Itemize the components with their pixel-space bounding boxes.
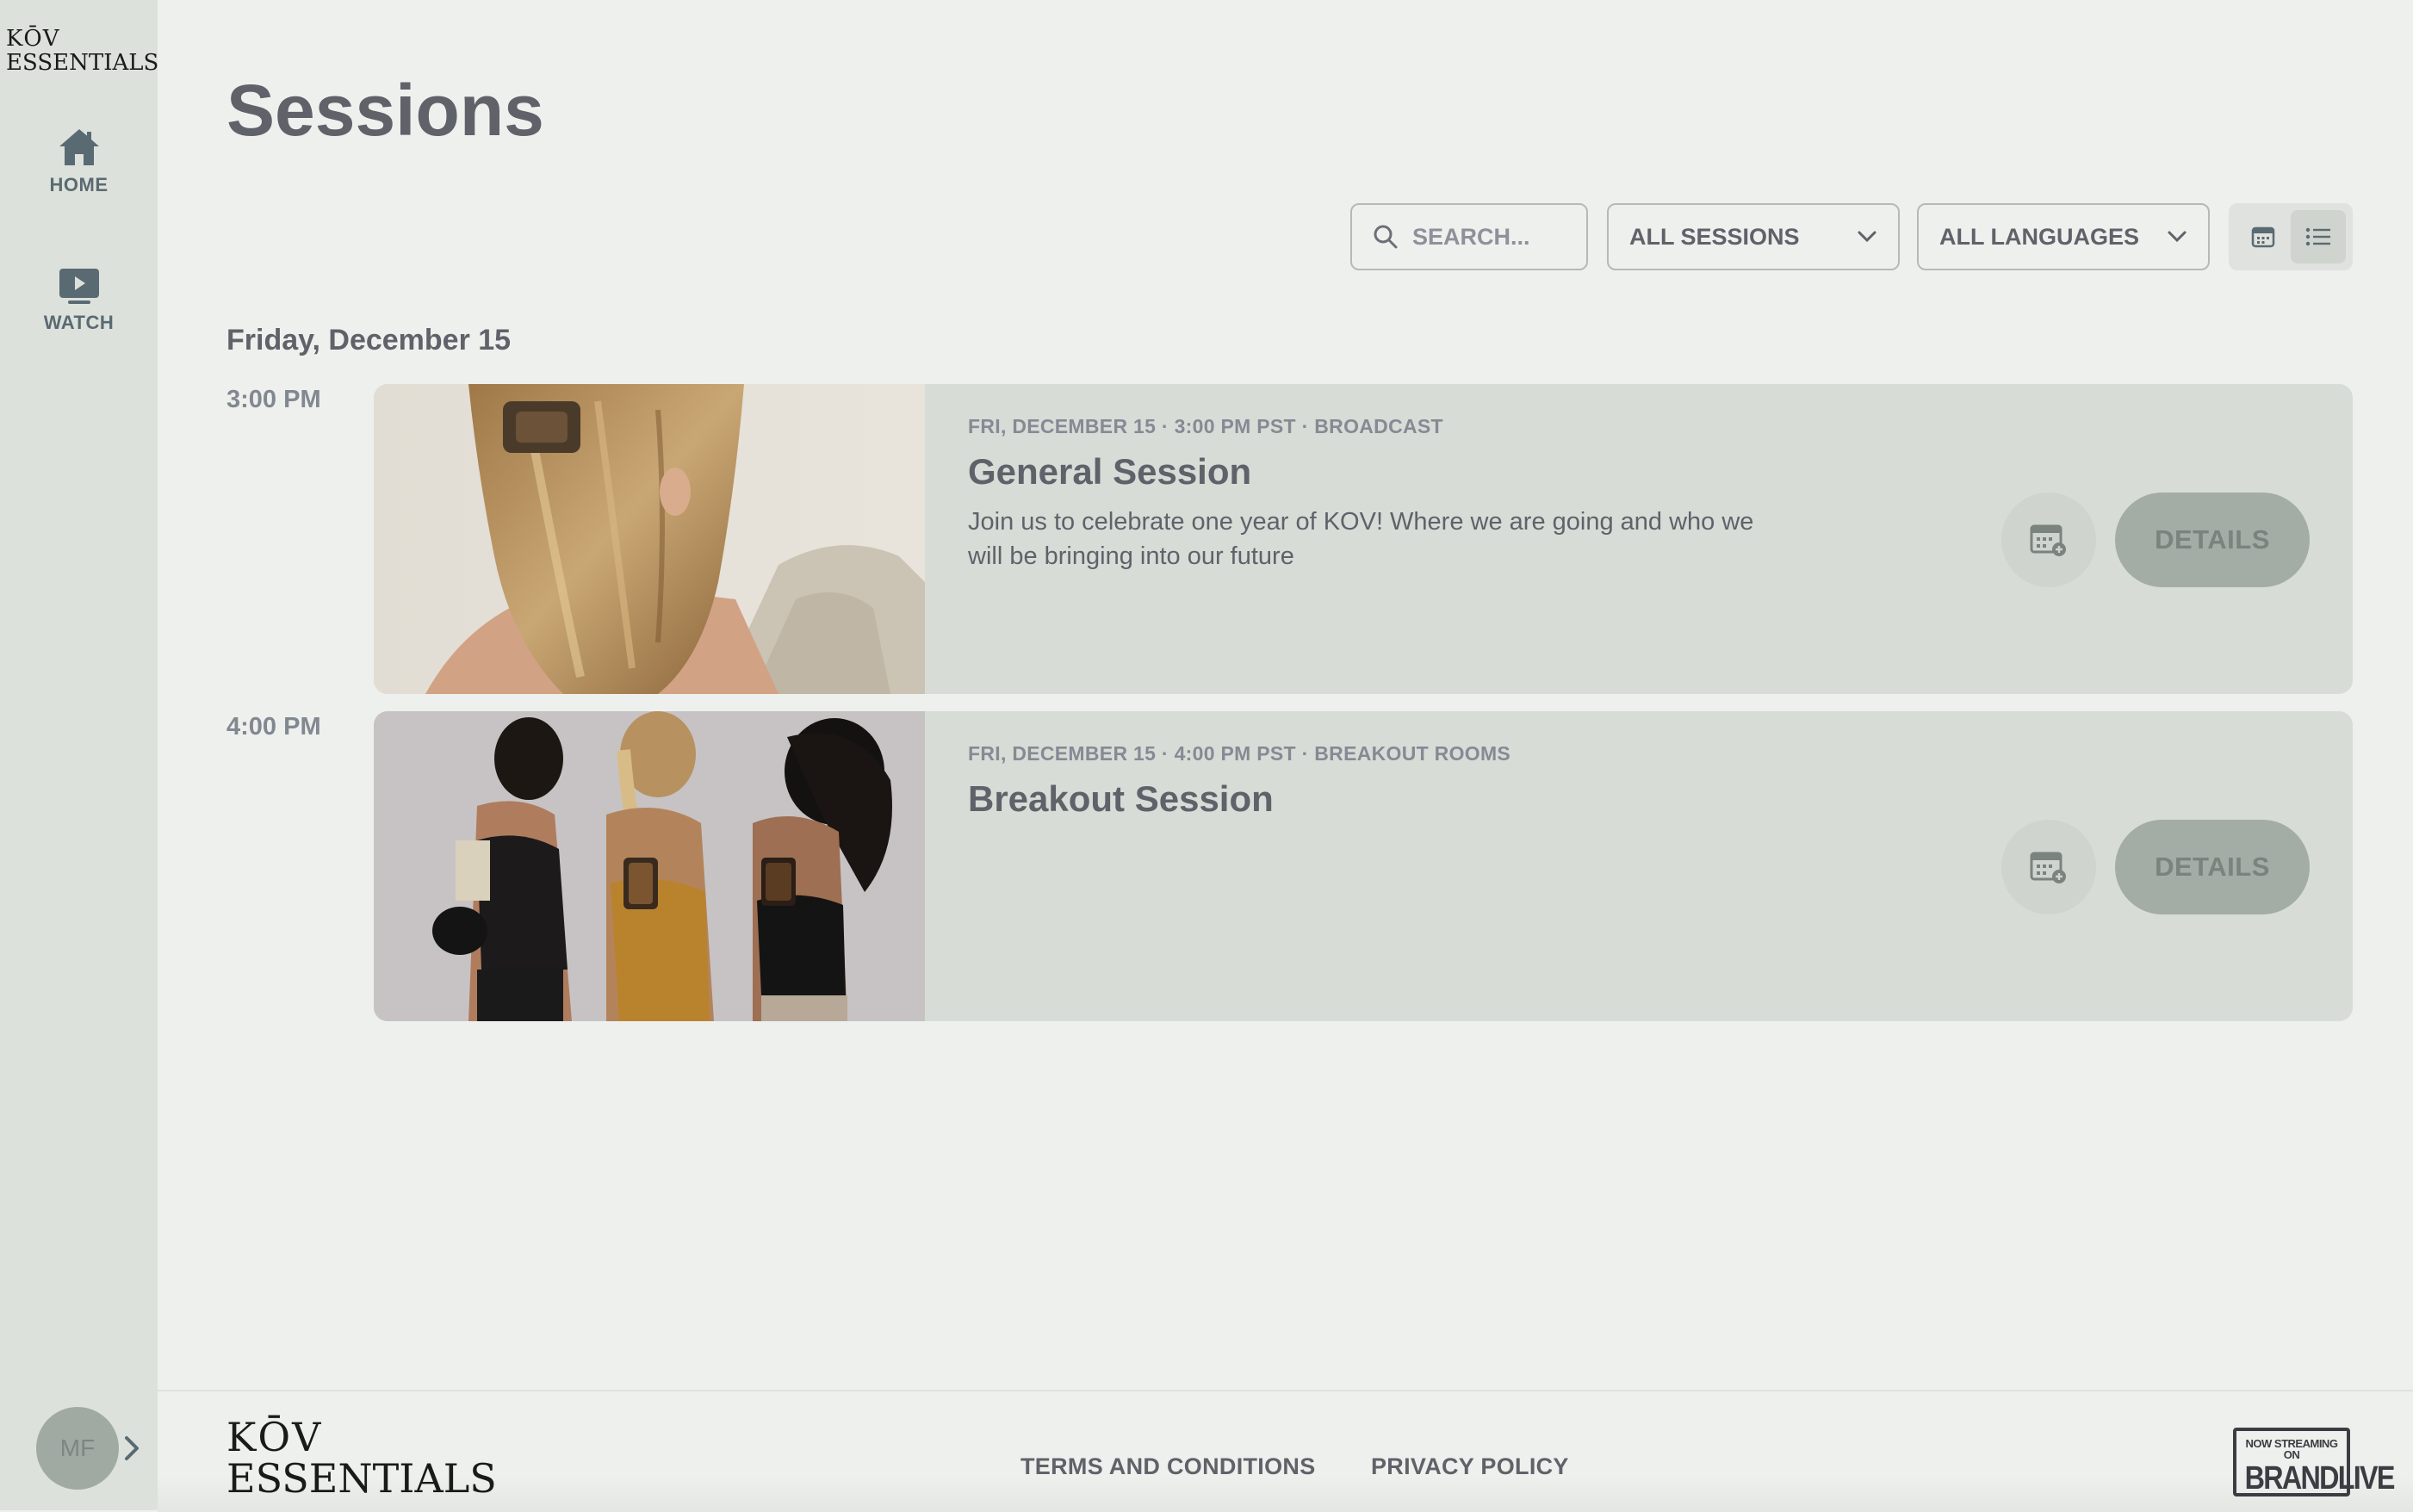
chevron-down-icon [2168, 231, 2187, 243]
page-title: Sessions [226, 70, 544, 151]
privacy-link[interactable]: PRIVACY POLICY [1371, 1453, 1569, 1480]
list-icon [2305, 227, 2330, 246]
language-value: ALL LANGUAGES [1939, 223, 2140, 250]
avatar-initials: MF [59, 1435, 96, 1461]
session-card[interactable]: FRI, DECEMBER 15 · 3:00 PM PST · BROADCA… [374, 384, 2353, 694]
calendar-add-icon [2030, 524, 2066, 556]
chevron-down-icon [1858, 231, 1876, 243]
search-input[interactable] [1411, 222, 1578, 251]
list-view-button[interactable] [2291, 210, 2346, 263]
session-thumbnail[interactable] [374, 384, 925, 694]
session-title[interactable]: Breakout Session [968, 778, 1274, 820]
sidebar-item-watch[interactable]: WATCH [0, 269, 158, 334]
session-description: Join us to celebrate one year of KOV! Wh… [968, 508, 1754, 570]
session-type-value: ALL SESSIONS [1629, 223, 1800, 250]
footer-logo-line1: KŌV [226, 1414, 323, 1460]
footer-logo[interactable]: KŌV ESSENTIALS [226, 1417, 497, 1498]
sidebar: KŌV ESSENTIALS HOME WATCH MF [0, 0, 158, 1510]
session-meta: FRI, DECEMBER 15 · 4:00 PM PST · BREAKOU… [968, 742, 1511, 765]
sidebar-item-label: HOME [49, 174, 109, 195]
session-time: 3:00 PM [226, 386, 321, 413]
session-title[interactable]: General Session [968, 451, 1251, 493]
brandlive-badge[interactable]: NOW STREAMING ON BRANDLIVE [2233, 1428, 2396, 1497]
search-icon [1374, 225, 1398, 249]
avatar[interactable]: MF [36, 1407, 119, 1490]
add-to-calendar-button[interactable] [2001, 820, 2096, 914]
session-type-select[interactable]: ALL SESSIONS [1607, 203, 1900, 270]
logo-line1: KŌV [6, 26, 60, 52]
badge-line2: BRANDLIVE [2244, 1460, 2396, 1497]
search-box[interactable] [1350, 203, 1588, 270]
play-icon [59, 269, 99, 304]
footer-logo-line2: ESSENTIALS [226, 1455, 497, 1502]
sidebar-item-label: WATCH [43, 312, 115, 333]
footer: KŌV ESSENTIALS TERMS AND CONDITIONS PRIV… [158, 1390, 2413, 1512]
session-card[interactable]: FRI, DECEMBER 15 · 4:00 PM PST · BREAKOU… [374, 711, 2353, 1021]
date-heading: Friday, December 15 [226, 324, 512, 356]
chevron-right-icon[interactable] [122, 1435, 141, 1462]
sidebar-item-home[interactable]: HOME [0, 127, 158, 196]
details-button[interactable]: DETAILS [2115, 493, 2310, 587]
terms-link[interactable]: TERMS AND CONDITIONS [1020, 1453, 1316, 1480]
session-meta: FRI, DECEMBER 15 · 3:00 PM PST · BROADCA… [968, 415, 1443, 437]
calendar-icon [2251, 226, 2275, 248]
session-thumbnail[interactable] [374, 711, 925, 1021]
session-time: 4:00 PM [226, 713, 321, 741]
details-button[interactable]: DETAILS [2115, 820, 2310, 914]
calendar-add-icon [2030, 852, 2066, 883]
home-icon [59, 129, 99, 165]
calendar-view-button[interactable] [2236, 210, 2291, 263]
view-toggle [2229, 203, 2353, 270]
language-select[interactable]: ALL LANGUAGES [1917, 203, 2210, 270]
badge-line1: NOW STREAMING ON [2245, 1437, 2338, 1461]
add-to-calendar-button[interactable] [2001, 493, 2096, 587]
logo-line2: ESSENTIALS [6, 50, 159, 76]
brand-logo[interactable]: KŌV ESSENTIALS [6, 26, 159, 76]
